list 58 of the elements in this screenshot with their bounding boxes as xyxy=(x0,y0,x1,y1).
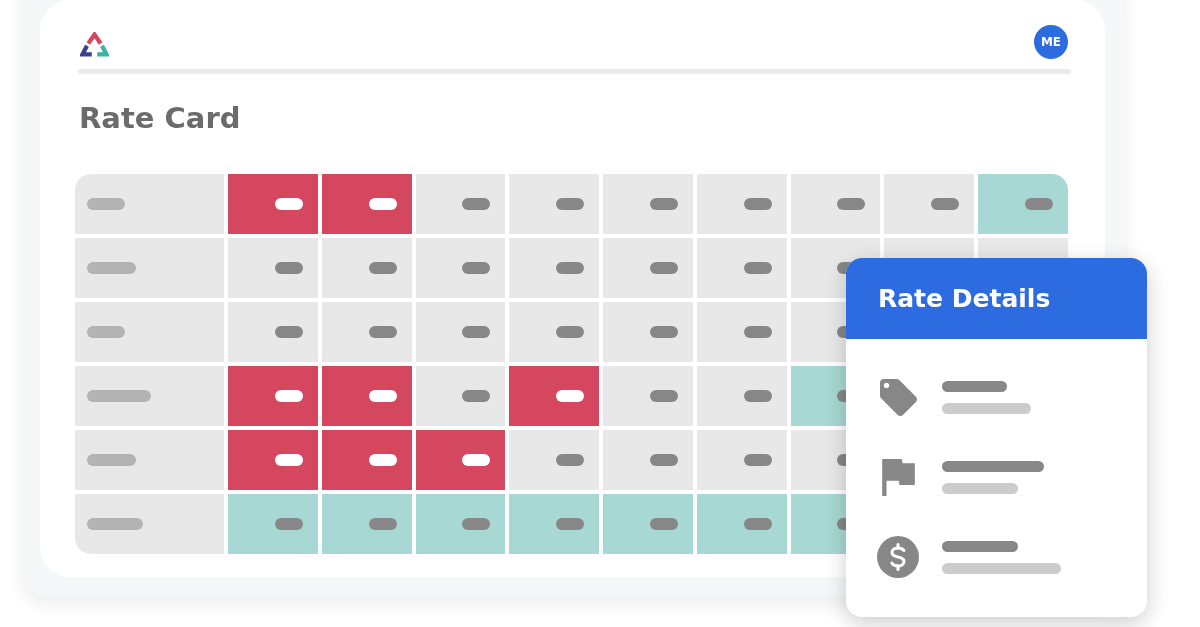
placeholder-bar-icon xyxy=(743,390,772,402)
placeholder-bar-icon xyxy=(462,262,491,274)
placeholder-bar-icon xyxy=(274,390,303,402)
placeholder-bar-icon xyxy=(87,326,125,338)
placeholder-bar-icon xyxy=(556,454,585,466)
placeholder-bar-icon xyxy=(87,454,136,466)
placeholder-bar-icon xyxy=(87,390,151,402)
placeholder-bar-icon xyxy=(462,326,491,338)
placeholder-bar-icon xyxy=(462,390,491,402)
placeholder-bar-icon xyxy=(942,460,1044,472)
popup-title: Rate Details xyxy=(878,284,1051,313)
logo-icon xyxy=(80,32,109,57)
dollar-circle-icon xyxy=(877,536,919,578)
placeholder-bar-icon xyxy=(942,482,1018,494)
placeholder-bar-icon xyxy=(743,518,772,530)
placeholder-bar-icon xyxy=(942,380,1007,392)
placeholder-bar-icon xyxy=(743,454,772,466)
placeholder-bar-icon xyxy=(556,326,585,338)
flag-icon xyxy=(881,458,915,496)
placeholder-bar-icon xyxy=(87,262,136,274)
placeholder-bar-icon xyxy=(649,518,678,530)
placeholder-bar-icon xyxy=(462,198,491,210)
user-avatar[interactable]: ME xyxy=(1034,25,1068,59)
placeholder-bar-icon xyxy=(274,326,303,338)
placeholder-bar-icon xyxy=(556,198,585,210)
placeholder-bar-icon xyxy=(649,454,678,466)
placeholder-bar-icon xyxy=(556,262,585,274)
placeholder-bar-icon xyxy=(931,198,960,210)
placeholder-bar-icon xyxy=(942,540,1018,552)
placeholder-bar-icon xyxy=(368,390,397,402)
placeholder-bar-icon xyxy=(743,326,772,338)
placeholder-bar-icon xyxy=(743,198,772,210)
placeholder-bar-icon xyxy=(87,518,143,530)
placeholder-bar-icon xyxy=(368,454,397,466)
tag-icon xyxy=(879,378,917,416)
placeholder-bar-icon xyxy=(649,198,678,210)
placeholder-bar-icon xyxy=(837,198,866,210)
placeholder-bar-icon xyxy=(368,326,397,338)
placeholder-bar-icon xyxy=(649,326,678,338)
placeholder-bar-icon xyxy=(87,198,125,210)
placeholder-bar-icon xyxy=(462,518,491,530)
placeholder-bar-icon xyxy=(649,262,678,274)
placeholder-bar-icon xyxy=(462,454,491,466)
placeholder-bar-icon xyxy=(274,454,303,466)
placeholder-bar-icon xyxy=(368,198,397,210)
placeholder-bar-icon xyxy=(743,262,772,274)
placeholder-bar-icon xyxy=(556,518,585,530)
placeholder-bar-icon xyxy=(368,518,397,530)
page-title: Rate Card xyxy=(78,101,242,135)
placeholder-bar-icon xyxy=(942,402,1031,414)
placeholder-bar-icon xyxy=(1025,198,1053,210)
placeholder-bar-icon xyxy=(274,262,303,274)
placeholder-bar-icon xyxy=(942,562,1061,574)
placeholder-bar-icon xyxy=(368,262,397,274)
placeholder-bar-icon xyxy=(649,390,678,402)
placeholder-bar-icon xyxy=(274,518,303,530)
placeholder-bar-icon xyxy=(274,198,303,210)
placeholder-bar-icon xyxy=(556,390,585,402)
